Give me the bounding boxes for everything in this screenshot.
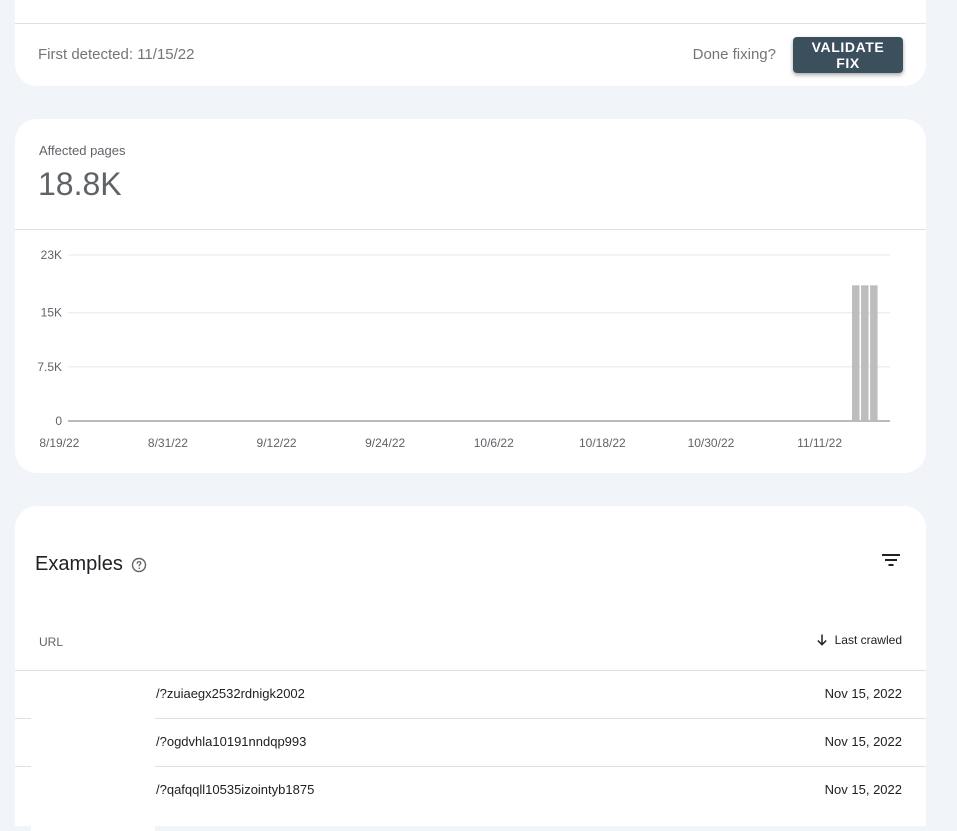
row-url: /?zuiaegx2532rdnigk2002: [156, 686, 305, 701]
filter-icon[interactable]: [880, 549, 902, 571]
first-detected-text: First detected: 11/15/22: [38, 46, 195, 63]
bar[interactable]: [861, 285, 869, 421]
x-tick-label: 10/6/22: [474, 436, 514, 450]
x-tick-label: 8/19/22: [39, 436, 79, 450]
examples-title: Examples: [35, 553, 123, 575]
y-tick-label: 23K: [41, 248, 62, 262]
x-tick-label: 9/12/22: [257, 436, 297, 450]
x-tick-label: 9/24/22: [365, 436, 405, 450]
validation-card: First detected: 11/15/22 Done fixing? VA…: [15, 0, 926, 86]
row-last-crawled: Nov 15, 2022: [824, 686, 902, 701]
x-tick-label: 11/11/22: [797, 436, 842, 450]
redaction-mask: [31, 671, 155, 831]
affected-pages-label: Affected pages: [39, 143, 126, 158]
divider: [15, 23, 926, 24]
row-url: /?qafqqll10535izointyb1875: [156, 782, 315, 797]
row-url: /?ogdvhla10191nndqp993: [156, 734, 307, 749]
affected-pages-value: 18.8K: [38, 166, 122, 202]
y-tick-label: 7.5K: [37, 360, 62, 374]
bar[interactable]: [870, 285, 878, 421]
column-header-last-crawled-label: Last crawled: [834, 633, 902, 647]
examples-card: Examples URL Last crawled /?zuiaegx2532r…: [15, 506, 926, 831]
help-icon[interactable]: [131, 557, 147, 573]
column-header-last-crawled[interactable]: Last crawled: [815, 633, 902, 647]
bar[interactable]: [852, 285, 860, 421]
column-header-url[interactable]: URL: [39, 635, 63, 649]
x-tick-label: 8/31/22: [148, 436, 188, 450]
arrow-down-icon: [816, 634, 827, 646]
x-tick-label: 10/30/22: [688, 436, 735, 450]
affected-pages-card: Affected pages 18.8K 0 7.5K 15K 23K 8/19/22 8…: [15, 119, 926, 473]
y-tick-label: 15K: [41, 306, 62, 320]
done-fixing-text: Done fixing?: [692, 46, 776, 63]
row-last-crawled: Nov 15, 2022: [824, 782, 902, 797]
x-tick-label: 10/18/22: [579, 436, 626, 450]
y-tick-label: 0: [55, 414, 62, 428]
row-last-crawled: Nov 15, 2022: [824, 734, 902, 749]
affected-pages-chart: 0 7.5K 15K 23K 8/19/22 8/31/22 9/12/22 9/24/22 1…: [37, 248, 890, 450]
validate-fix-button[interactable]: VALIDATE FIX: [793, 37, 903, 73]
